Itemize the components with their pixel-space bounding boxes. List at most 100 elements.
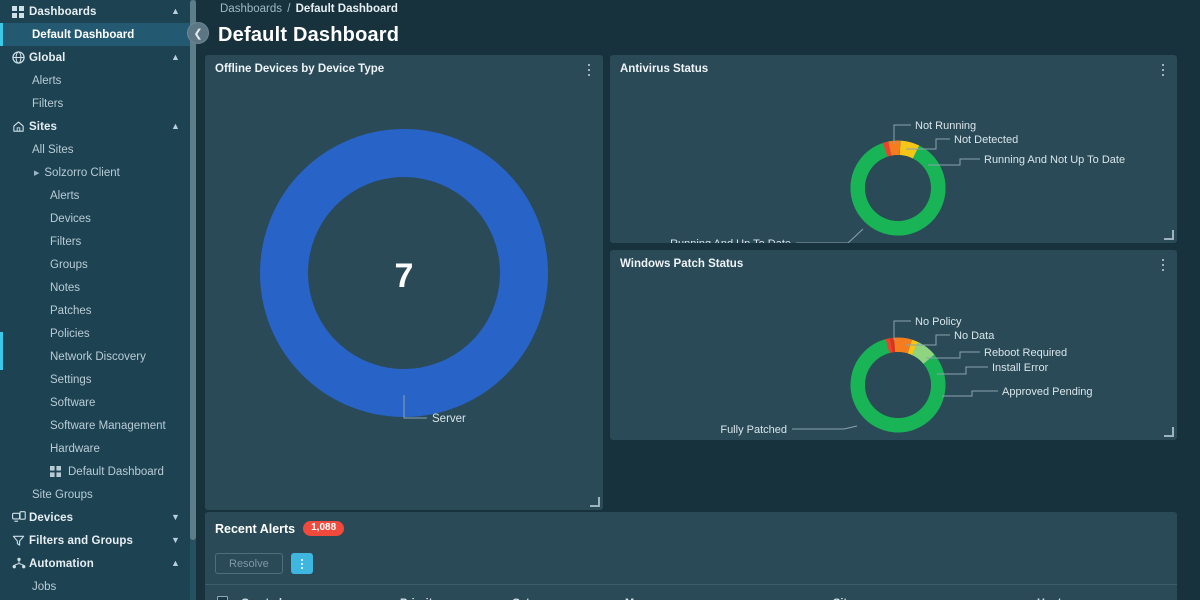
chevron-up-icon[interactable]: ▲ (171, 122, 180, 131)
card-recent-alerts: Recent Alerts 1,088 Resolve Created ▲ Pr… (205, 512, 1177, 600)
sidebar-item-label: Network Discovery (50, 350, 146, 363)
card-title: Windows Patch Status (620, 258, 744, 270)
sidebar-group-global[interactable]: Global ▲ (0, 46, 190, 69)
sidebar-group-automation[interactable]: Automation ▲ (0, 552, 190, 575)
sidebar-group-label: Filters and Groups (29, 534, 134, 547)
sidebar-item-site-policies[interactable]: Policies (0, 322, 190, 345)
kebab-menu-icon[interactable] (583, 63, 595, 77)
donut-label-running-and-up-to-date: Running And Up To Date (670, 238, 791, 243)
leader-line-no-policy (893, 320, 911, 340)
sidebar-item-site-patches[interactable]: Patches (0, 299, 190, 322)
sidebar-item-label: Software Management (50, 419, 166, 432)
sidebar-item-label: Default Dashboard (68, 465, 164, 478)
donut-label-install-error: Install Error (992, 362, 1049, 374)
alerts-toolbar: Resolve (215, 553, 313, 574)
card-windows-patch-status: Windows Patch Status No Policy No Data R… (610, 250, 1177, 440)
alerts-title: Recent Alerts (215, 521, 296, 536)
sidebar-item-site-filters[interactable]: Filters (0, 230, 190, 253)
card-resize-handle[interactable] (1164, 427, 1174, 437)
alerts-count-badge: 1,088 (303, 521, 345, 536)
sidebar-item-site-groups[interactable]: Groups (0, 253, 190, 276)
globe-icon (12, 51, 29, 64)
sidebar-item-jobs[interactable]: Jobs (0, 575, 190, 598)
sidebar-item-solzorro-client[interactable]: ▶ Solzorro Client (0, 161, 190, 184)
sidebar-group-sites[interactable]: Sites ▲ (0, 115, 190, 138)
kebab-menu-icon[interactable] (1157, 258, 1169, 272)
sidebar-item-default-dashboard[interactable]: Default Dashboard (0, 23, 190, 46)
sidebar-item-site-groups-root[interactable]: Site Groups (0, 483, 190, 506)
card-header: Offline Devices by Device Type (205, 55, 603, 83)
sidebar-item-all-sites[interactable]: All Sites (0, 138, 190, 161)
sidebar-item-label: Groups (50, 258, 88, 271)
sidebar-item-label: Alerts (50, 189, 80, 202)
alerts-table-header-row: Created ▲ Priority ▲ Category ▲ Message … (205, 584, 1177, 600)
chevron-down-icon[interactable]: ▼ (171, 513, 180, 522)
sidebar-group-devices[interactable]: Devices ▼ (0, 506, 190, 529)
sidebar-item-site-hardware[interactable]: Hardware (0, 437, 190, 460)
alerts-kebab-menu-button[interactable] (290, 553, 313, 574)
sidebar-item-label: Default Dashboard (32, 28, 135, 41)
donut-label-fully-patched: Fully Patched (720, 424, 787, 436)
donut-label-approved-pending: Approved Pending (1002, 386, 1093, 398)
breadcrumb: Dashboards / Default Dashboard (220, 3, 398, 15)
donut-label-reboot-required: Reboot Required (984, 347, 1067, 359)
sidebar-item-site-settings[interactable]: Settings (0, 368, 190, 391)
kebab-menu-icon[interactable] (1157, 63, 1169, 77)
chevron-up-icon[interactable]: ▲ (171, 7, 180, 16)
leader-line-running-and-up-to-date (796, 228, 864, 243)
donut-label-running-and-not-up-to-date: Running And Not Up To Date (984, 154, 1125, 166)
chevron-up-icon[interactable]: ▲ (171, 53, 180, 62)
donut-label-server: Server (432, 413, 466, 425)
donut-hole (865, 352, 931, 418)
sidebar-item-site-alerts[interactable]: Alerts (0, 184, 190, 207)
sidebar-item-label: Jobs (32, 580, 57, 593)
sidebar-group-label: Automation (29, 557, 94, 570)
sidebar-item-label: Site Groups (32, 488, 93, 501)
sidebar-item-label: Policies (50, 327, 90, 340)
sidebar-item-site-devices[interactable]: Devices (0, 207, 190, 230)
windows-patch-status-donut-chart: No Policy No Data Reboot Required Instal… (610, 278, 1177, 440)
card-header: Windows Patch Status (610, 250, 1177, 278)
offline-devices-donut-chart: 7 Server (205, 83, 603, 510)
donut-label-not-running: Not Running (915, 120, 976, 132)
sidebar-item-label: Software (50, 396, 96, 409)
sidebar-item-label: Hardware (50, 442, 100, 455)
leader-line-install-error (937, 366, 988, 375)
chevron-up-icon[interactable]: ▲ (171, 559, 180, 568)
triangle-right-icon[interactable]: ▶ (34, 169, 39, 177)
card-header: Antivirus Status (610, 55, 1177, 83)
donut-label-not-detected: Not Detected (954, 134, 1018, 146)
donut-hole (865, 155, 931, 221)
card-antivirus-status: Antivirus Status Not Running Not Detecte… (610, 55, 1177, 243)
resolve-button[interactable]: Resolve (215, 553, 283, 574)
page-title: Default Dashboard (218, 24, 400, 46)
sidebar-item-site-default-dashboard[interactable]: Default Dashboard (0, 460, 190, 483)
sidebar-item-site-notes[interactable]: Notes (0, 276, 190, 299)
sidebar-item-global-filters[interactable]: Filters (0, 92, 190, 115)
select-all-checkbox[interactable] (217, 596, 228, 600)
sidebar-item-label: Settings (50, 373, 92, 386)
card-resize-handle[interactable] (1164, 230, 1174, 240)
donut-label-no-data: No Data (954, 330, 995, 342)
chevron-down-icon[interactable]: ▼ (171, 536, 180, 545)
sidebar-scroll-area[interactable]: Dashboards ▲ Default Dashboard Global ▲ … (0, 0, 190, 600)
sidebar-item-software-management[interactable]: Software Management (0, 414, 190, 437)
sidebar-group-dashboards[interactable]: Dashboards ▲ (0, 0, 190, 23)
sidebar-scroll-accent (0, 332, 3, 370)
sidebar-group-label: Global (29, 51, 66, 64)
sidebar-group-filters-and-groups[interactable]: Filters and Groups ▼ (0, 529, 190, 552)
breadcrumb-parent[interactable]: Dashboards (220, 3, 282, 15)
main-content: ❮ Dashboards / Default Dashboard Default… (187, 0, 1200, 600)
home-icon (12, 120, 29, 133)
sidebar-item-label: Solzorro Client (44, 166, 120, 179)
sidebar-item-site-software[interactable]: Software (0, 391, 190, 414)
grid-icon (50, 466, 61, 477)
offline-devices-total: 7 (395, 257, 414, 295)
sidebar-collapse-button[interactable]: ❮ (187, 22, 209, 44)
sidebar-group-label: Dashboards (29, 5, 97, 18)
card-resize-handle[interactable] (590, 497, 600, 507)
sidebar-item-label: Filters (32, 97, 64, 110)
sidebar-item-network-discovery[interactable]: Network Discovery (0, 345, 190, 368)
sidebar-item-global-alerts[interactable]: Alerts (0, 69, 190, 92)
leader-line-fully-patched (792, 425, 858, 430)
